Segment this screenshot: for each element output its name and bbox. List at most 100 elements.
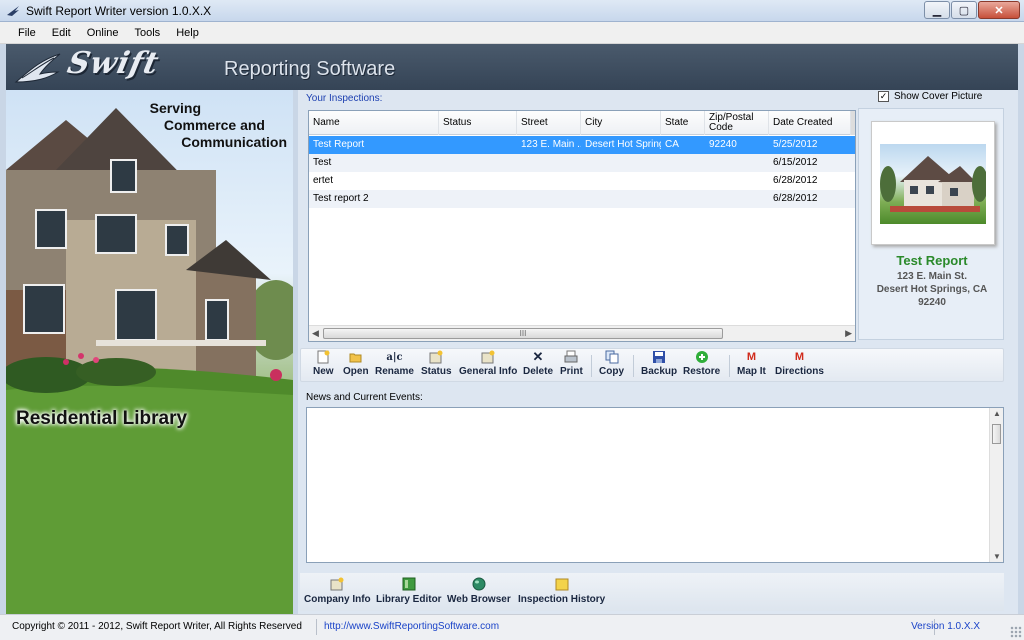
cell-date: 5/25/2012 — [773, 139, 818, 150]
status-button[interactable]: Status — [421, 350, 452, 377]
company-info-button[interactable]: Company Info — [304, 577, 371, 605]
cell-street: 123 E. Main ... — [521, 139, 581, 150]
delete-x-icon: ✕ — [532, 349, 544, 364]
inspections-group: Your Inspections: Name Status Street Cit… — [300, 92, 856, 346]
column-header-date[interactable]: Date Created — [769, 111, 851, 135]
cover-address-line2: Desert Hot Springs, CA — [876, 284, 988, 295]
bottom-toolbar: Company Info Library Editor Web Browser … — [300, 573, 1004, 611]
status-separator — [316, 619, 317, 635]
wing-logo-icon — [14, 53, 61, 83]
horizontal-scrollbar[interactable]: ◀ III ▶ — [309, 325, 855, 341]
maximize-button[interactable]: ▢ — [951, 1, 977, 19]
column-header-name[interactable]: Name — [309, 111, 439, 135]
inspections-list[interactable]: Name Status Street City State Zip/Postal… — [308, 110, 856, 342]
scroll-up-icon[interactable]: ▲ — [993, 409, 1001, 418]
cover-house-icon — [880, 156, 986, 212]
main-panel: Your Inspections: Name Status Street Cit… — [298, 90, 1018, 614]
cover-panel: Test Report 123 E. Main St. Desert Hot S… — [858, 108, 1004, 340]
cell-state: CA — [665, 139, 679, 150]
cell-status — [439, 136, 517, 154]
table-row[interactable]: Test 6/15/2012 — [309, 154, 855, 172]
print-button[interactable]: Print — [560, 350, 583, 377]
menu-tools[interactable]: Tools — [127, 27, 169, 39]
menu-file[interactable]: File — [10, 27, 44, 39]
web-browser-button[interactable]: Web Browser — [447, 577, 511, 605]
app-wing-icon — [7, 6, 19, 16]
directions-button[interactable]: M Directions — [775, 350, 824, 377]
general-info-button[interactable]: General Info — [459, 350, 517, 377]
banner-tagline: Reporting Software — [224, 58, 396, 80]
cover-photo — [880, 144, 986, 224]
directions-icon: M — [794, 351, 805, 363]
news-scroll-thumb[interactable] — [992, 424, 1001, 444]
status-icon — [429, 350, 443, 364]
toolbar-separator — [633, 355, 634, 377]
backup-button[interactable]: Backup — [641, 350, 677, 377]
printer-icon — [564, 350, 578, 363]
show-cover-label: Show Cover Picture — [894, 91, 983, 102]
serving-text: Serving Commerce and Communication — [150, 100, 287, 151]
globe-icon — [472, 577, 486, 591]
rename-button[interactable]: a|c Rename — [375, 350, 414, 378]
library-icon — [402, 577, 416, 591]
cell-zip: 92240 — [709, 139, 737, 150]
header-scroll-stub — [851, 111, 855, 135]
delete-button[interactable]: ✕ Delete — [523, 349, 553, 377]
save-disk-icon — [653, 351, 666, 363]
copyright-text: Copyright © 2011 - 2012, Swift Report Wr… — [12, 621, 302, 632]
open-button[interactable]: Open — [343, 350, 369, 377]
inspection-toolbar: New Open a|c Rename Status General Info … — [300, 348, 1004, 382]
cell-name: ertet — [313, 175, 334, 186]
table-row[interactable]: ertet 6/28/2012 — [309, 172, 855, 190]
toolbar-separator — [729, 355, 730, 377]
website-link[interactable]: http://www.SwiftReportingSoftware.com — [324, 621, 499, 632]
checkbox-checked-icon[interactable]: ✓ — [878, 91, 889, 102]
scroll-right-icon[interactable]: ▶ — [845, 328, 852, 339]
minimize-button[interactable]: ▁ — [924, 1, 950, 19]
scroll-thumb[interactable]: III — [323, 328, 723, 339]
resize-grip-icon[interactable] — [1010, 626, 1022, 638]
status-bar: Copyright © 2011 - 2012, Swift Report Wr… — [0, 614, 1024, 640]
library-editor-button[interactable]: Library Editor — [376, 577, 442, 605]
cell-name: Test — [313, 157, 332, 168]
menu-edit[interactable]: Edit — [44, 27, 79, 39]
banner: Swift Reporting Software — [6, 44, 1018, 90]
company-info-icon — [330, 577, 344, 591]
show-cover-checkbox[interactable]: ✓ Show Cover Picture — [878, 91, 982, 102]
close-button[interactable]: ✕ — [978, 1, 1020, 19]
column-header-zip[interactable]: Zip/Postal Code — [705, 111, 769, 135]
new-document-icon — [317, 350, 330, 364]
news-vertical-scrollbar[interactable]: ▲ ▼ — [989, 408, 1003, 562]
history-icon — [555, 578, 569, 591]
table-row[interactable]: Test report 2 6/28/2012 — [309, 190, 855, 208]
column-header-status[interactable]: Status — [439, 111, 517, 135]
inspection-history-button[interactable]: Inspection History — [518, 577, 605, 605]
cell-date: 6/15/2012 — [773, 157, 818, 168]
scroll-down-icon[interactable]: ▼ — [993, 552, 1001, 561]
window-title: Swift Report Writer version 1.0.X.X — [26, 4, 212, 18]
title-bar: Swift Report Writer version 1.0.X.X ▁ ▢ … — [0, 0, 1024, 22]
map-it-button[interactable]: M Map It — [737, 350, 766, 377]
news-panel[interactable]: ▲ ▼ — [306, 407, 1004, 563]
serving-line-3: Communication — [181, 134, 287, 150]
table-row[interactable]: Test Report 123 E. Main ... Desert Hot S… — [309, 136, 855, 154]
column-header-city[interactable]: City — [581, 111, 661, 135]
library-title: Residential Library — [16, 408, 188, 429]
list-header: Name Status Street City State Zip/Postal… — [309, 111, 855, 135]
cell-city: Desert Hot Springs — [585, 139, 661, 150]
column-header-state[interactable]: State — [661, 111, 705, 135]
menu-help[interactable]: Help — [168, 27, 207, 39]
restore-button[interactable]: Restore — [683, 350, 720, 377]
map-icon: M — [746, 351, 757, 363]
copy-icon — [605, 350, 618, 364]
menu-online[interactable]: Online — [79, 27, 127, 39]
toolbar-separator — [591, 355, 592, 377]
column-header-street[interactable]: Street — [517, 111, 581, 135]
general-info-icon — [481, 350, 495, 364]
cover-zip: 92240 — [918, 297, 946, 308]
scroll-left-icon[interactable]: ◀ — [312, 328, 319, 339]
new-button[interactable]: New — [313, 350, 334, 377]
news-label: News and Current Events: — [306, 392, 423, 403]
hero-image: Serving Commerce and Communication Resid… — [6, 90, 293, 614]
copy-button[interactable]: Copy — [599, 350, 624, 377]
